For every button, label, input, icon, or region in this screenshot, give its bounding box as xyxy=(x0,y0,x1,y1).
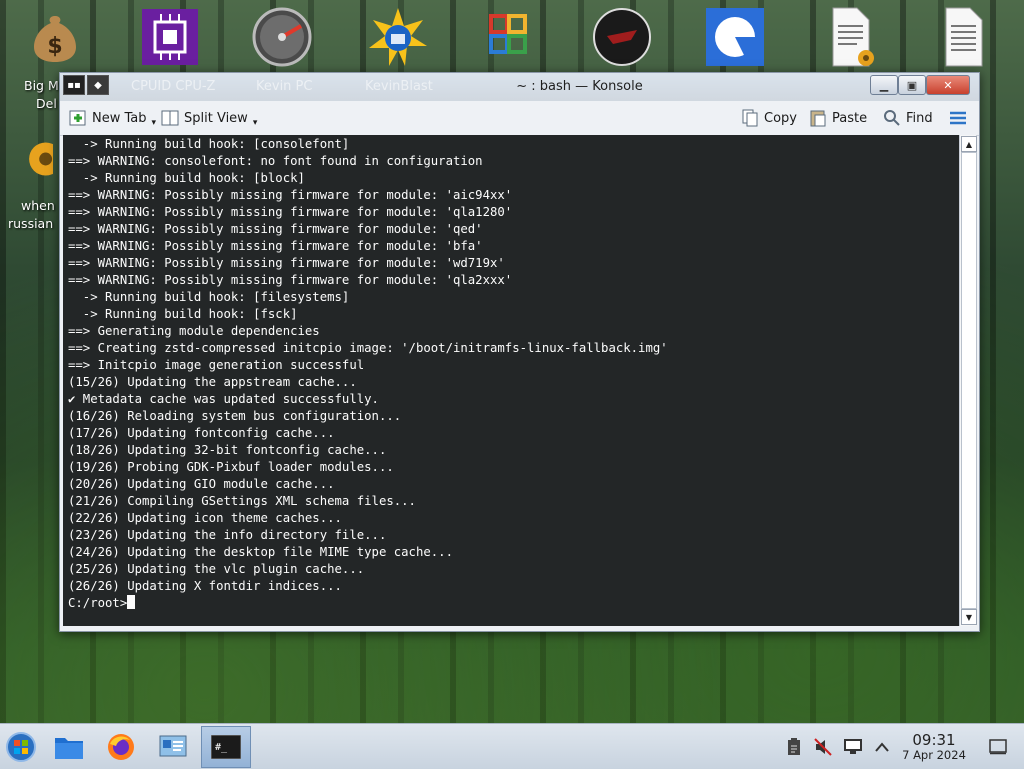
copy-button[interactable]: Copy xyxy=(740,107,797,129)
desktop-label-big-money: Big M xyxy=(24,78,59,93)
split-view-label: Split View xyxy=(184,110,248,126)
terminal-line: ✔ Metadata cache was updated successfull… xyxy=(68,392,379,406)
desktop-label-when: when xyxy=(21,198,55,213)
taskbar: #_ 09:31 7 Apr 2024 xyxy=(0,723,1024,769)
new-tab-button[interactable]: New Tab ▾ xyxy=(68,107,156,129)
text-file-icon[interactable] xyxy=(916,6,1006,72)
kevin-pc-icon[interactable] xyxy=(237,6,327,72)
minimize-button[interactable]: ▁ xyxy=(870,75,898,95)
file-manager-icon[interactable] xyxy=(52,730,86,764)
shell-prompt: C:/root> xyxy=(68,596,128,610)
konsole-window: ▪▪ ◆ CPUID CPU-Z Kevin PC KevinBlast ~ :… xyxy=(59,72,980,632)
terminal-line: (18/26) Updating 32-bit fontconfig cache… xyxy=(68,443,387,457)
maximize-button[interactable]: ▣ xyxy=(898,75,926,95)
terminal-line: ==> WARNING: Possibly missing firmware f… xyxy=(68,205,513,219)
toolbar: New Tab ▾ Split View ▾ Copy Paste Find xyxy=(60,101,979,136)
paste-label: Paste xyxy=(832,110,868,126)
terminal-line: -> Running build hook: [consolefont] xyxy=(68,137,350,151)
terminal-line: (21/26) Compiling GSettings XML schema f… xyxy=(68,494,416,508)
office-icon[interactable] xyxy=(463,6,553,72)
new-tab-label: New Tab xyxy=(92,110,147,126)
terminal-line: (25/26) Updating the vlc plugin cache... xyxy=(68,562,365,576)
paste-icon xyxy=(810,110,826,127)
split-view-dropdown-icon: ▾ xyxy=(252,118,258,128)
clock-date: 7 Apr 2024 xyxy=(902,748,966,762)
close-button[interactable]: ✕ xyxy=(926,75,970,95)
terminal-line: (15/26) Updating the appstream cache... xyxy=(68,375,357,389)
terminal-line: ==> Generating module dependencies xyxy=(68,324,320,338)
firefox-icon[interactable] xyxy=(104,730,138,764)
clock[interactable]: 09:31 7 Apr 2024 xyxy=(900,731,968,762)
svg-text:#_: #_ xyxy=(215,742,228,753)
control-panel-icon[interactable] xyxy=(156,730,190,764)
terminal-line: (20/26) Updating GIO module cache... xyxy=(68,477,335,491)
winlock-icon[interactable] xyxy=(690,6,780,72)
network-icon[interactable] xyxy=(843,737,863,757)
clipboard-icon[interactable] xyxy=(784,737,804,757)
terminal-line: -> Running build hook: [block] xyxy=(68,171,305,185)
find-label: Find xyxy=(906,110,933,126)
search-icon xyxy=(884,110,900,126)
desktop-label-russian: russian xyxy=(8,216,54,231)
terminal-line: (16/26) Reloading system bus configurati… xyxy=(68,409,402,423)
terminal-line: (17/26) Updating fontconfig cache... xyxy=(68,426,335,440)
terminal-line: ==> WARNING: Possibly missing firmware f… xyxy=(68,188,513,202)
kevinblast-icon[interactable] xyxy=(353,6,443,72)
terminal-line: (19/26) Probing GDK-Pixbuf loader module… xyxy=(68,460,394,474)
desktop-label-del: Del xyxy=(36,96,57,111)
clock-time: 09:31 xyxy=(912,731,956,749)
terminal-line: ==> WARNING: Possibly missing firmware f… xyxy=(68,222,483,236)
start-menu-icon[interactable] xyxy=(4,730,38,764)
terminal-line: ==> WARNING: consolefont: no font found … xyxy=(68,154,483,168)
terminal-line: -> Running build hook: [filesystems] xyxy=(68,290,350,304)
new-tab-icon xyxy=(69,110,86,126)
split-view-icon xyxy=(161,110,179,126)
new-tab-dropdown-icon: ▾ xyxy=(151,118,157,128)
copy-label: Copy xyxy=(764,110,797,126)
volume-muted-icon[interactable] xyxy=(813,737,833,757)
terminal-line: ==> Initcpio image generation successful xyxy=(68,358,365,372)
scroll-down-icon[interactable]: ▼ xyxy=(961,609,977,625)
terminal-line: ==> WARNING: Possibly missing firmware f… xyxy=(68,256,505,270)
terminal-line: ==> Creating zstd-compressed initcpio im… xyxy=(68,341,668,355)
terminal-line: (23/26) Updating the info directory file… xyxy=(68,528,387,542)
terminal-line: (26/26) Updating X fontdir indices... xyxy=(68,579,342,593)
scrollbar[interactable]: ▲ ▼ xyxy=(959,135,977,626)
svg-text:$: $ xyxy=(47,34,62,59)
konsole-taskbar-icon[interactable]: #_ xyxy=(201,726,251,768)
text-cursor xyxy=(127,595,136,609)
title-bar[interactable]: ▪▪ ◆ CPUID CPU-Z Kevin PC KevinBlast ~ :… xyxy=(60,73,979,101)
copy-icon xyxy=(742,109,758,127)
paste-button[interactable]: Paste xyxy=(808,107,867,129)
big-money-icon[interactable]: $ xyxy=(10,6,100,72)
terminal-area[interactable]: -> Running build hook: [consolefont] ==>… xyxy=(63,135,959,626)
hamburger-menu-icon[interactable] xyxy=(948,107,968,129)
terminal-line: ==> WARNING: Possibly missing firmware f… xyxy=(68,273,513,287)
gear-icon[interactable] xyxy=(0,136,60,202)
show-desktop-icon[interactable] xyxy=(988,737,1008,757)
terminal-line: (24/26) Updating the desktop file MIME t… xyxy=(68,545,453,559)
lol-bat-icon[interactable] xyxy=(803,6,893,72)
chevron-up-icon[interactable] xyxy=(872,737,892,757)
terminal-line: (22/26) Updating icon theme caches... xyxy=(68,511,342,525)
terminal-line: ==> WARNING: Possibly missing firmware f… xyxy=(68,239,483,253)
split-view-button[interactable]: Split View ▾ xyxy=(160,107,257,129)
cpuid-cpuz-icon[interactable] xyxy=(125,6,215,72)
terminal-output: -> Running build hook: [consolefont] ==>… xyxy=(68,136,668,612)
window-title: ~ : bash — Konsole xyxy=(516,79,643,94)
scrollbar-thumb[interactable] xyxy=(961,152,977,609)
scroll-up-icon[interactable]: ▲ xyxy=(961,136,977,152)
papers-please-icon[interactable] xyxy=(577,6,667,72)
terminal-line: -> Running build hook: [fsck] xyxy=(68,307,298,321)
find-button[interactable]: Find xyxy=(882,107,933,129)
